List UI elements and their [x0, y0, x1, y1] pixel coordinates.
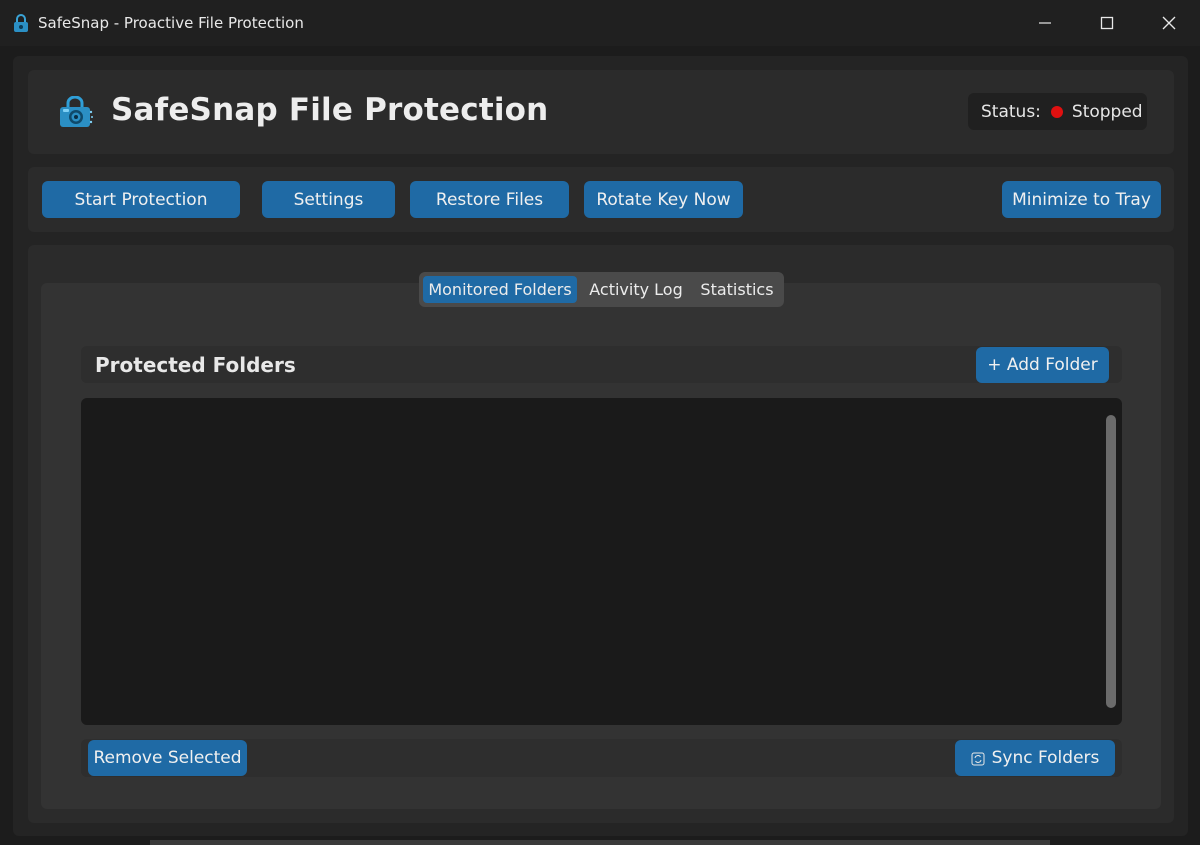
- maximize-icon: [1100, 16, 1114, 30]
- status-value: Stopped: [1071, 101, 1143, 122]
- title-bar: SafeSnap - Proactive File Protection: [0, 0, 1200, 46]
- status-indicator: Status: Stopped: [968, 93, 1147, 130]
- close-icon: [1162, 16, 1176, 30]
- rotate-key-button[interactable]: Rotate Key Now: [584, 181, 743, 218]
- status-dot: [1050, 105, 1063, 118]
- tab-activity-log[interactable]: Activity Log: [583, 276, 689, 303]
- settings-button[interactable]: Settings: [262, 181, 395, 218]
- camera-lock-icon: [58, 95, 94, 128]
- minimize-button[interactable]: [1014, 0, 1076, 46]
- app-title: SafeSnap File Protection: [111, 92, 549, 128]
- sync-icon: [971, 751, 985, 766]
- window-title: SafeSnap - Proactive File Protection: [38, 14, 304, 32]
- add-folder-button[interactable]: + Add Folder: [976, 347, 1109, 383]
- tab-monitored-folders[interactable]: Monitored Folders: [423, 276, 577, 303]
- close-button[interactable]: [1138, 0, 1200, 46]
- minimize-icon: [1039, 22, 1051, 24]
- start-protection-button[interactable]: Start Protection: [42, 181, 240, 218]
- minimize-to-tray-button[interactable]: Minimize to Tray: [1002, 181, 1161, 218]
- restore-files-button[interactable]: Restore Files: [410, 181, 569, 218]
- lock-icon: [12, 13, 30, 33]
- tab-statistics[interactable]: Statistics: [693, 276, 781, 303]
- remove-selected-button[interactable]: Remove Selected: [88, 740, 247, 776]
- section-title: Protected Folders: [95, 353, 296, 377]
- folder-list[interactable]: [81, 398, 1122, 725]
- sync-folders-button[interactable]: Sync Folders: [955, 740, 1115, 776]
- sync-folders-label: Sync Folders: [991, 748, 1100, 768]
- folder-list-scrollbar[interactable]: [1106, 415, 1116, 708]
- status-label: Status:: [981, 101, 1041, 122]
- maximize-button[interactable]: [1076, 0, 1138, 46]
- taskbar-edge: [150, 840, 1050, 845]
